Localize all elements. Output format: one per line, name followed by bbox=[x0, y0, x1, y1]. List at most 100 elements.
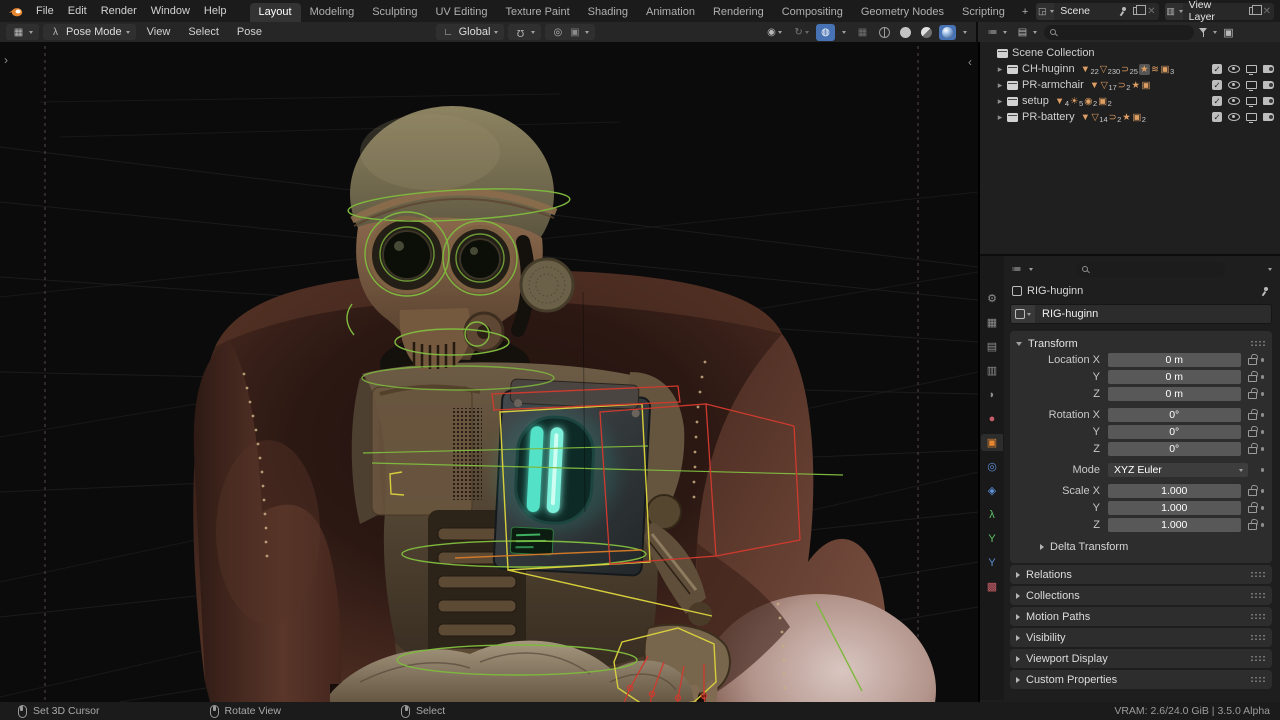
view-layer-selector[interactable]: ▥ View Layer ✕ bbox=[1165, 3, 1274, 20]
shading-rendered-button[interactable] bbox=[939, 25, 956, 40]
show-gizmo-button[interactable]: ◉ bbox=[762, 24, 785, 41]
outliner-display-mode[interactable]: ▤ bbox=[1014, 24, 1039, 40]
toolbar-expand-arrow[interactable]: › bbox=[4, 54, 8, 66]
outliner-item-name[interactable]: PR-armchair bbox=[1022, 79, 1084, 91]
transform-orientation-button[interactable]: ∟ Global bbox=[436, 24, 505, 40]
tab-world[interactable]: ● bbox=[981, 410, 1003, 427]
outliner-root-row[interactable]: ▸ Scene Collection bbox=[984, 45, 1278, 61]
animate-dot[interactable] bbox=[1261, 447, 1265, 451]
add-workspace-button[interactable]: + bbox=[1014, 3, 1036, 22]
lock-icon[interactable] bbox=[1248, 375, 1257, 382]
viewport-canvas[interactable] bbox=[0, 42, 978, 702]
disable-viewport-icon[interactable] bbox=[1246, 81, 1257, 89]
sidebar-expand-arrow[interactable]: ‹ bbox=[968, 56, 972, 68]
lock-icon[interactable] bbox=[1248, 392, 1257, 399]
panel-relations[interactable]: Relations bbox=[1010, 565, 1272, 584]
outliner-item-name[interactable]: PR-battery bbox=[1022, 111, 1075, 123]
scene-icon[interactable]: ◲ bbox=[1036, 3, 1054, 20]
disable-render-icon[interactable] bbox=[1263, 65, 1274, 73]
lock-icon[interactable] bbox=[1248, 523, 1257, 530]
animate-dot[interactable] bbox=[1261, 489, 1265, 493]
hide-eye-icon[interactable] bbox=[1228, 97, 1240, 105]
tab-object-data[interactable]: λ bbox=[981, 506, 1003, 523]
location-x-field[interactable]: 0 m bbox=[1108, 353, 1241, 367]
expand-arrow-icon[interactable]: ▸ bbox=[994, 64, 1006, 75]
animate-dot[interactable] bbox=[1261, 413, 1265, 417]
checkbox-icon[interactable]: ✓ bbox=[1212, 112, 1222, 122]
lock-icon[interactable] bbox=[1248, 430, 1257, 437]
checkbox-icon[interactable]: ✓ bbox=[1212, 96, 1222, 106]
tab-animation[interactable]: Animation bbox=[637, 3, 704, 22]
scale-x-field[interactable]: 1.000 bbox=[1108, 484, 1241, 498]
shading-wireframe-button[interactable] bbox=[876, 25, 893, 40]
new-view-layer-icon[interactable] bbox=[1249, 7, 1257, 15]
panel-motion-paths[interactable]: Motion Paths bbox=[1010, 607, 1272, 626]
pin-icon[interactable] bbox=[1118, 6, 1128, 16]
tab-geometry-nodes[interactable]: Geometry Nodes bbox=[852, 3, 953, 22]
blender-logo-icon[interactable] bbox=[8, 6, 23, 17]
view-layer-name[interactable]: View Layer bbox=[1183, 0, 1246, 23]
tab-texture[interactable]: ▩ bbox=[981, 578, 1003, 595]
scene-name[interactable]: Scene bbox=[1054, 5, 1116, 17]
editor-type-button[interactable]: ▦ bbox=[6, 24, 39, 40]
tab-render[interactable]: ▦ bbox=[981, 314, 1003, 331]
object-name-field[interactable]: RIG-huginn bbox=[1010, 304, 1272, 324]
scene-selector[interactable]: ◲ Scene ✕ bbox=[1036, 3, 1158, 20]
transform-panel-header[interactable]: Transform bbox=[1016, 335, 1266, 352]
tab-view-layer[interactable]: ▥ bbox=[981, 362, 1003, 379]
tab-texture-paint[interactable]: Texture Paint bbox=[496, 3, 578, 22]
hide-eye-icon[interactable] bbox=[1228, 113, 1240, 121]
remove-view-layer-icon[interactable]: ✕ bbox=[1260, 6, 1274, 17]
tab-bone-constraints[interactable]: Y bbox=[981, 554, 1003, 571]
mode-selector[interactable]: λ Pose Mode bbox=[43, 24, 136, 40]
menu-select[interactable]: Select bbox=[181, 26, 226, 38]
outliner-row-ch-huginn[interactable]: ▸ CH-huginn ▼22 ▽230 ⊃25 ★ ≋ ▣3 ✓ bbox=[984, 61, 1278, 77]
animate-dot[interactable] bbox=[1261, 523, 1265, 527]
tab-compositing[interactable]: Compositing bbox=[773, 3, 852, 22]
tab-object[interactable]: ▣ bbox=[981, 434, 1003, 451]
outliner-search-input[interactable] bbox=[1044, 25, 1194, 40]
outliner-item-name[interactable]: CH-huginn bbox=[1022, 63, 1075, 75]
tab-sculpting[interactable]: Sculpting bbox=[363, 3, 426, 22]
expand-arrow-icon[interactable]: ▸ bbox=[994, 112, 1006, 123]
disable-viewport-icon[interactable] bbox=[1246, 113, 1257, 121]
tab-uv-editing[interactable]: UV Editing bbox=[426, 3, 496, 22]
new-scene-icon[interactable] bbox=[1133, 7, 1141, 15]
delta-transform-subpanel[interactable]: Delta Transform bbox=[1016, 539, 1266, 555]
lock-icon[interactable] bbox=[1248, 489, 1257, 496]
properties-editor-icon[interactable]: ≔ bbox=[1010, 263, 1023, 276]
panel-grip-icon[interactable] bbox=[1250, 676, 1266, 683]
disable-render-icon[interactable] bbox=[1263, 97, 1274, 105]
disable-viewport-icon[interactable] bbox=[1246, 97, 1257, 105]
menu-file[interactable]: File bbox=[29, 0, 61, 22]
shading-solid-button[interactable] bbox=[897, 25, 914, 40]
filter-icon[interactable] bbox=[1199, 28, 1208, 37]
panel-grip-icon[interactable] bbox=[1250, 340, 1266, 347]
menu-view[interactable]: View bbox=[140, 26, 178, 38]
gizmos-dropdown[interactable]: ↻ bbox=[789, 24, 812, 41]
lock-icon[interactable] bbox=[1248, 358, 1257, 365]
lock-icon[interactable] bbox=[1248, 447, 1257, 454]
location-y-field[interactable]: 0 m bbox=[1108, 370, 1241, 384]
disable-render-icon[interactable] bbox=[1263, 113, 1274, 121]
panel-visibility[interactable]: Visibility bbox=[1010, 628, 1272, 647]
animate-dot[interactable] bbox=[1261, 392, 1265, 396]
expand-arrow-icon[interactable]: ▸ bbox=[994, 80, 1006, 91]
tab-output[interactable]: ▤ bbox=[981, 338, 1003, 355]
menu-help[interactable]: Help bbox=[197, 0, 234, 22]
tab-modeling[interactable]: Modeling bbox=[301, 3, 364, 22]
panel-custom-properties[interactable]: Custom Properties bbox=[1010, 670, 1272, 689]
outliner-row-setup[interactable]: ▸ setup ▼4 ☀5 ◉2 ▣2 ✓ bbox=[984, 93, 1278, 109]
breadcrumb-object-name[interactable]: RIG-huginn bbox=[1027, 285, 1083, 297]
lock-icon[interactable] bbox=[1248, 413, 1257, 420]
animate-dot[interactable] bbox=[1261, 506, 1265, 510]
menu-pose[interactable]: Pose bbox=[230, 26, 269, 38]
outliner-row-pr-armchair[interactable]: ▸ PR-armchair ▼ ▽17 ⊃2 ★ ▣ ✓ bbox=[984, 77, 1278, 93]
checkbox-icon[interactable]: ✓ bbox=[1212, 80, 1222, 90]
xray-toggle[interactable]: ▦ bbox=[853, 24, 872, 41]
snap-button[interactable]: Ω bbox=[508, 24, 541, 40]
tab-shading[interactable]: Shading bbox=[579, 3, 637, 22]
editor-dropdown[interactable] bbox=[1029, 268, 1033, 271]
tab-scripting[interactable]: Scripting bbox=[953, 3, 1014, 22]
rotation-z-field[interactable]: 0° bbox=[1108, 442, 1241, 456]
